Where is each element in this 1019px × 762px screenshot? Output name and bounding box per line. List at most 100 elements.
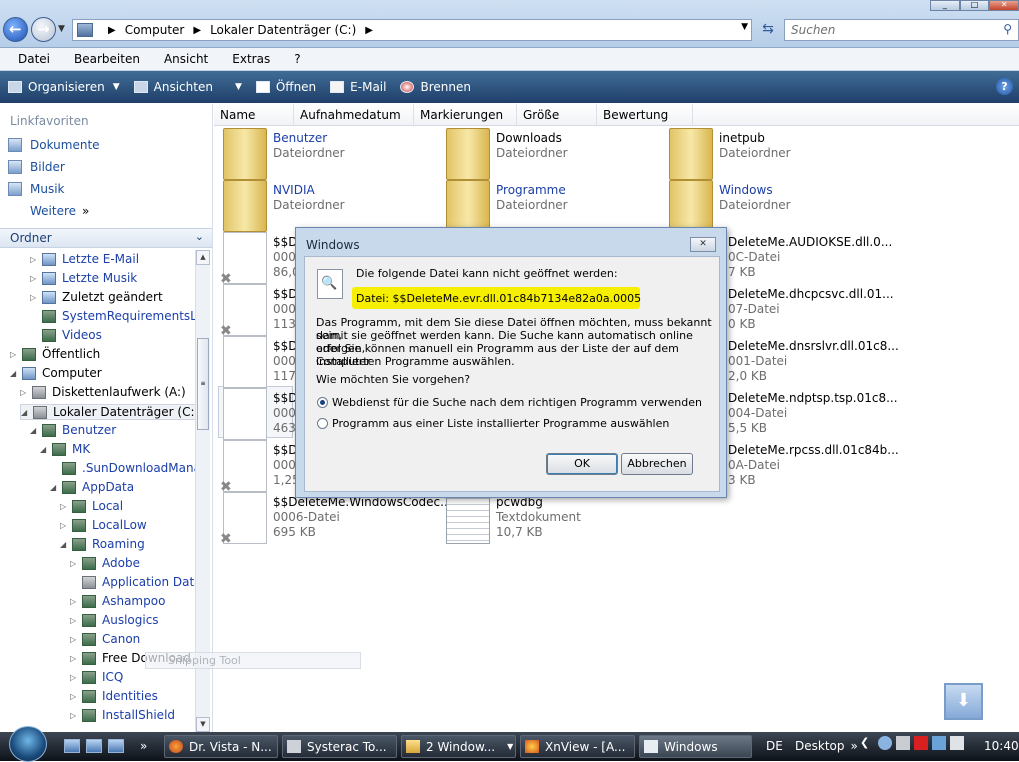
file-item[interactable]: $$Dı0008113 <box>220 284 304 339</box>
antivirus-icon[interactable] <box>914 736 928 750</box>
radio-selected-icon[interactable] <box>317 397 328 408</box>
menu-file[interactable]: Datei <box>18 52 50 66</box>
tree-item[interactable]: ◢ Roaming <box>60 537 145 551</box>
file-item[interactable]: DeleteMe.rpcss.dll.01c84b... 0A-Datei 3 KB <box>728 440 899 488</box>
column-date-taken[interactable]: Aufnahmedatum <box>294 104 414 125</box>
expand-icon[interactable]: ▷ <box>70 711 80 720</box>
radio-installed-programs[interactable]: Programm aus einer Liste installierter P… <box>317 417 669 430</box>
search-input[interactable]: Suchen ⚲ <box>784 19 1019 41</box>
tree-item-selected[interactable]: ◢ Lokaler Datenträger (C:) <box>20 404 195 420</box>
refresh-icon[interactable]: ⇆ <box>757 21 779 39</box>
tree-item[interactable]: Application Data <box>70 575 195 589</box>
views-button[interactable]: Ansichten ▼ <box>133 80 242 94</box>
expand-icon[interactable]: ▷ <box>70 597 80 606</box>
taskbar-button-windows[interactable]: Windows <box>639 735 752 758</box>
folder-item[interactable]: Programme Dateiordner <box>446 180 568 232</box>
chevron-right-icon[interactable]: ▶ <box>193 25 201 36</box>
menu-view[interactable]: Ansicht <box>164 52 208 66</box>
taskbar-group-explorer[interactable]: 2 Window... ▼ <box>401 735 516 758</box>
recent-pages-dropdown[interactable]: ▼ <box>58 24 65 34</box>
expand-icon[interactable]: ▷ <box>70 673 80 682</box>
search-icon[interactable]: ⚲ <box>1003 22 1012 36</box>
taskbar-button-systerac[interactable]: Systerac To... <box>282 735 397 758</box>
expand-icon[interactable]: ▷ <box>60 502 70 511</box>
file-item[interactable]: $$Dı00091,25 <box>220 440 304 495</box>
tree-item[interactable]: ▷ Adobe <box>70 556 140 570</box>
folder-item[interactable]: Benutzer Dateiordner <box>223 128 345 180</box>
expand-icon[interactable]: ▷ <box>70 635 80 644</box>
tree-item[interactable]: ▷ Identities <box>70 689 158 703</box>
quicklaunch-icon[interactable] <box>108 739 124 753</box>
connection-icon[interactable] <box>932 736 946 750</box>
menu-help[interactable]: ? <box>294 52 300 66</box>
breadcrumb-drive[interactable]: Lokaler Datenträger (C:) <box>210 23 356 37</box>
scroll-up-icon[interactable]: ▲ <box>196 250 210 265</box>
column-tags[interactable]: Markierungen <box>414 104 517 125</box>
back-button[interactable] <box>3 17 28 42</box>
scroll-thumb[interactable]: ≡ <box>197 338 209 430</box>
file-item[interactable]: $$DeleteMe.WindowsCodec...0006-Datei695 … <box>220 492 452 547</box>
tree-item[interactable]: ◢ Computer <box>10 366 102 380</box>
folder-item[interactable]: Downloads Dateiordner <box>446 128 568 180</box>
clock[interactable]: 10:40 <box>984 739 1019 753</box>
maximize-button[interactable]: □ <box>959 0 990 11</box>
expand-icon[interactable]: ▷ <box>30 274 40 283</box>
folder-item[interactable]: Windows Dateiordner <box>669 180 791 232</box>
collapse-icon[interactable]: ◢ <box>21 408 31 417</box>
expand-icon[interactable]: ▷ <box>70 616 80 625</box>
minimize-button[interactable]: _ <box>930 0 960 11</box>
chevron-right-icon[interactable]: ▶ <box>108 25 116 36</box>
ok-button[interactable]: OK <box>546 453 618 475</box>
tree-item[interactable]: .SunDownloadManag <box>50 461 195 475</box>
tree-item[interactable]: ▷ Letzte E-Mail <box>30 252 139 266</box>
menu-edit[interactable]: Bearbeiten <box>74 52 140 66</box>
scroll-down-icon[interactable]: ▼ <box>196 717 210 732</box>
expand-icon[interactable]: ▷ <box>70 654 80 663</box>
tree-item[interactable]: ▷ Zuletzt geändert <box>30 290 163 304</box>
email-button[interactable]: E-Mail <box>330 80 386 94</box>
expand-icon[interactable]: ▷ <box>70 692 80 701</box>
tree-item[interactable]: ▷ Canon <box>70 632 140 646</box>
tree-item[interactable]: ◢ AppData <box>50 480 134 494</box>
collapse-icon[interactable]: ◢ <box>40 445 50 454</box>
expand-icon[interactable]: ▷ <box>30 293 40 302</box>
forward-button[interactable] <box>31 17 56 42</box>
taskbar-button-firefox[interactable]: Dr. Vista - N... <box>164 735 278 758</box>
file-item[interactable]: DeleteMe.ndptsp.tsp.01c8... 004-Datei 5,5 … <box>728 388 898 436</box>
open-button[interactable]: Öffnen <box>255 80 316 94</box>
file-item[interactable]: $$Dı 0008 117 <box>223 336 304 388</box>
quicklaunch-more-icon[interactable]: » <box>140 739 147 753</box>
close-button[interactable]: ✕ <box>989 0 1019 11</box>
column-name[interactable]: Name <box>214 104 294 125</box>
column-rating[interactable]: Bewertung <box>597 104 693 125</box>
dialog-close-button[interactable]: ✕ <box>690 237 716 252</box>
column-size[interactable]: Größe <box>517 104 597 125</box>
expand-icon[interactable]: ▷ <box>70 559 80 568</box>
collapse-icon[interactable]: ◢ <box>50 483 60 492</box>
folder-item[interactable]: NVIDIA Dateiordner <box>223 180 345 232</box>
radio-web-service[interactable]: Webdienst für die Suche nach dem richtig… <box>317 396 702 409</box>
expand-icon[interactable]: ▷ <box>60 521 70 530</box>
desktop-toolbar[interactable]: Desktop » <box>795 739 858 753</box>
cancel-button[interactable]: Abbrechen <box>621 453 693 475</box>
favorite-music[interactable]: Musik <box>8 182 65 196</box>
quicklaunch-icon[interactable] <box>86 739 102 753</box>
collapse-icon[interactable]: ◢ <box>10 369 20 378</box>
volume-icon[interactable] <box>950 736 964 750</box>
tree-item[interactable]: ▷ ICQ <box>70 670 123 684</box>
expand-icon[interactable]: ▷ <box>20 388 30 397</box>
expand-icon[interactable]: ▷ <box>10 350 20 359</box>
tree-item[interactable]: ▷ Diskettenlaufwerk (A:) <box>20 385 186 399</box>
download-arrow-icon[interactable]: ⬇ <box>944 683 983 720</box>
file-item[interactable]: DeleteMe.dhcpcsvc.dll.01... 07-Datei 0 KB <box>728 284 894 332</box>
favorite-pictures[interactable]: Bilder <box>8 160 65 174</box>
folders-header[interactable]: Ordner ⌄ <box>0 228 212 248</box>
tree-item[interactable]: ▷ Öffentlich <box>10 347 100 361</box>
usb-icon[interactable] <box>896 736 910 750</box>
collapse-icon[interactable]: ◢ <box>60 540 70 549</box>
tree-item[interactable]: ▷ Local <box>60 499 123 513</box>
start-button[interactable] <box>9 726 47 762</box>
tree-item[interactable]: ▷ Ashampoo <box>70 594 165 608</box>
language-indicator[interactable]: DE <box>766 739 783 753</box>
favorite-documents[interactable]: Dokumente <box>8 138 100 152</box>
